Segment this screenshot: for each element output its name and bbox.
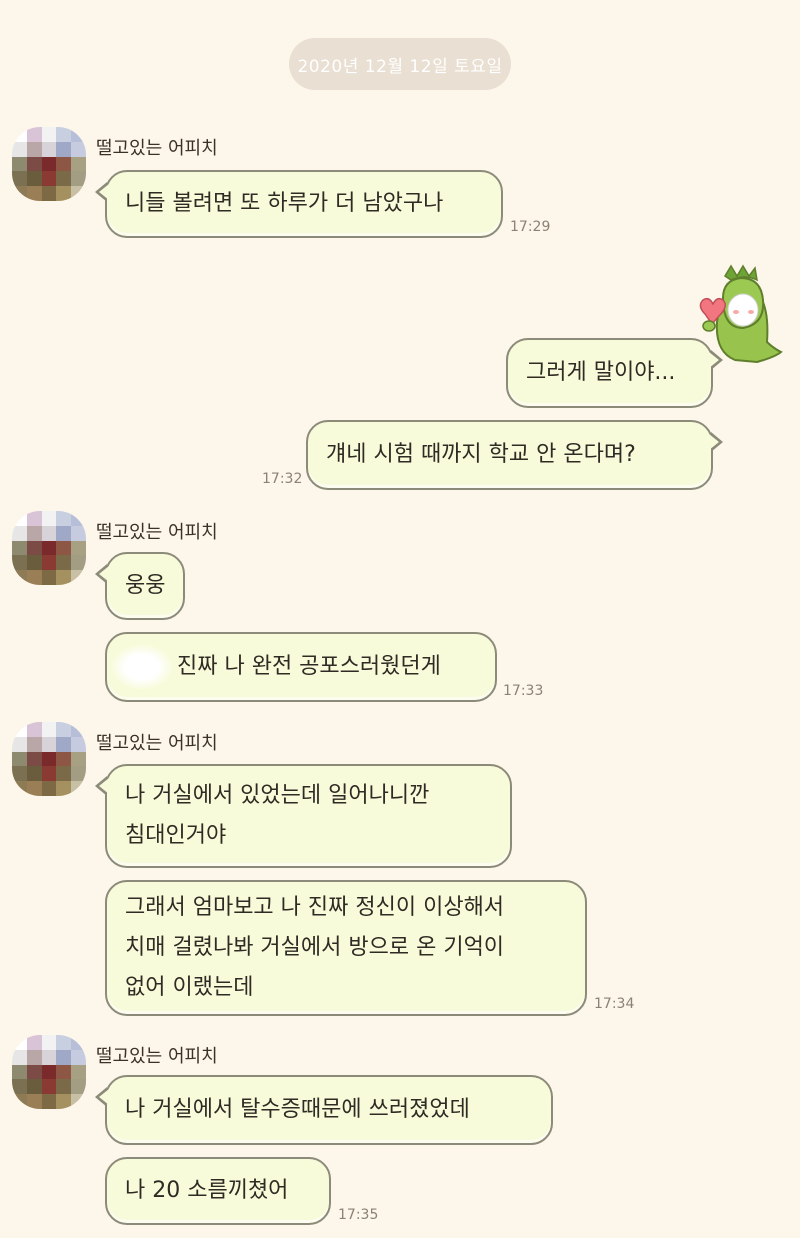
message-text: 걔네 시험 때까지 학교 안 온다며? (326, 442, 636, 467)
avatar[interactable] (12, 127, 86, 201)
message-text: 치매 걸렸나봐 거실에서 방으로 온 기억이 (125, 935, 505, 960)
message-text: 없어 이랬는데 (125, 975, 254, 1000)
message-text: 진짜 나 완전 공포스러웠던게 (177, 654, 441, 679)
message-text: 그러게 말이야... (526, 360, 676, 385)
message-bubble[interactable]: 그래서 엄마보고 나 진짜 정신이 이상해서 치매 걸렸나봐 거실에서 방으로 … (105, 880, 587, 1016)
message-text: 그래서 엄마보고 나 진짜 정신이 이상해서 (125, 895, 505, 920)
message-bubble[interactable]: 웅웅 (95, 552, 185, 620)
message-text: 니들 볼려면 또 하루가 더 남았구나 (125, 191, 444, 216)
sender-name: 떨고있는 어피치 (96, 522, 218, 543)
message-bubble[interactable]: 니들 볼려면 또 하루가 더 남았구나 (95, 170, 503, 238)
message-bubble[interactable]: 나 거실에서 있었는데 일어나니깐 침대인거야 (95, 764, 512, 868)
my-message-bubble[interactable]: 그러게 말이야... (506, 338, 723, 408)
sender-name: 떨고있는 어피치 (96, 733, 218, 754)
message-time: 17:32 (262, 471, 303, 487)
date-divider: 2020년 12월 12일 토요일 (289, 38, 511, 90)
avatar[interactable] (12, 511, 86, 585)
redaction-blur (112, 645, 172, 689)
message-bubble[interactable]: 나 거실에서 탈수증때문에 쓰러졌었데 (95, 1075, 553, 1145)
message-time: 17:33 (503, 683, 544, 699)
message-text: 나 거실에서 탈수증때문에 쓰러졌었데 (125, 1097, 470, 1122)
message-text: 웅웅 (125, 573, 166, 598)
sender-name: 떨고있는 어피치 (96, 1046, 218, 1067)
message-text: 나 20 소름끼쳤어 (125, 1178, 289, 1203)
avatar[interactable] (12, 722, 86, 796)
message-text: 침대인거야 (125, 823, 227, 848)
message-bubble[interactable]: 나 20 소름끼쳤어 (105, 1157, 331, 1225)
sender-name: 떨고있는 어피치 (96, 138, 218, 159)
my-message-bubble[interactable]: 걔네 시험 때까지 학교 안 온다며? (306, 420, 723, 490)
message-time: 17:29 (510, 219, 551, 235)
message-time: 17:35 (338, 1207, 379, 1223)
avatar[interactable] (12, 1035, 86, 1109)
message-time: 17:34 (594, 996, 635, 1012)
message-text: 나 거실에서 있었는데 일어나니깐 (125, 783, 430, 808)
